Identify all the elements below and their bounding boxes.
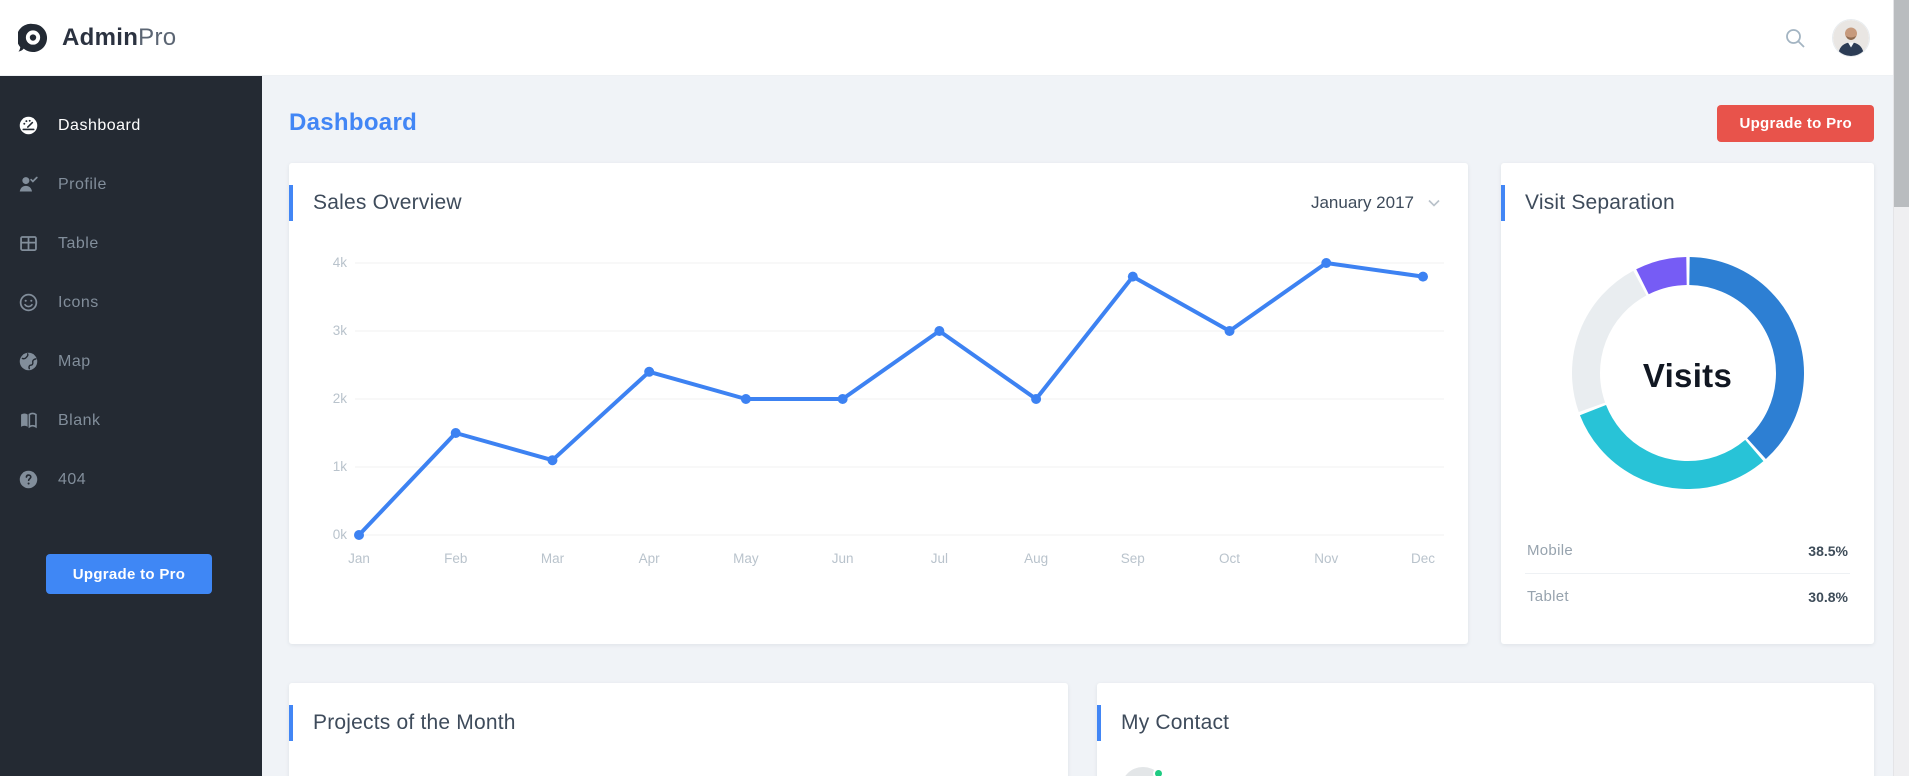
- sidebar: Dashboard Profile Table Icons Map Blank …: [0, 76, 262, 776]
- svg-text:May: May: [733, 551, 759, 566]
- search-icon[interactable]: [1783, 26, 1807, 50]
- sidebar-item-table[interactable]: Table: [0, 214, 262, 273]
- legend-value: 30.8%: [1808, 588, 1848, 605]
- brand-logo[interactable]: AdminPro: [0, 23, 176, 53]
- visit-legend: Mobile 38.5% Tablet 30.8%: [1525, 528, 1850, 619]
- legend-row-mobile: Mobile 38.5%: [1525, 528, 1850, 573]
- sidebar-item-map[interactable]: Map: [0, 332, 262, 391]
- table-icon: [20, 236, 37, 251]
- sidebar-item-dashboard[interactable]: Dashboard: [0, 96, 262, 155]
- help-circle-icon: [19, 470, 38, 489]
- sidebar-item-icons[interactable]: Icons: [0, 273, 262, 332]
- svg-text:Apr: Apr: [639, 551, 661, 566]
- period-selector-value: January 2017: [1310, 193, 1414, 212]
- sidebar-item-label: Profile: [58, 175, 107, 193]
- user-check-icon: [19, 176, 38, 192]
- sales-overview-card: Sales Overview January 2017 0k 1k 2k 3k 4k Ja…: [289, 163, 1468, 644]
- svg-text:Aug: Aug: [1024, 551, 1048, 566]
- brand-name-light: Pro: [138, 23, 177, 51]
- adminpro-logo-icon: [18, 23, 47, 52]
- svg-text:1k: 1k: [333, 459, 348, 474]
- legend-row-tablet: Tablet 30.8%: [1525, 573, 1850, 619]
- sidebar-item-profile[interactable]: Profile: [0, 155, 262, 214]
- projects-card-title: Projects of the Month: [313, 711, 516, 734]
- sales-card-header: Sales Overview January 2017: [313, 185, 1444, 221]
- svg-text:4k: 4k: [333, 255, 348, 270]
- svg-text:Mar: Mar: [541, 551, 565, 566]
- legend-label: Tablet: [1527, 588, 1569, 605]
- svg-text:Feb: Feb: [444, 551, 467, 566]
- visit-card-title: Visit Separation: [1525, 191, 1675, 214]
- sidebar-upgrade-button[interactable]: Upgrade to Pro: [46, 554, 212, 594]
- period-selector[interactable]: January 2017: [1311, 193, 1444, 213]
- contact-card-title: My Contact: [1121, 711, 1230, 734]
- page-scrollbar-track[interactable]: [1893, 0, 1909, 776]
- contact-card: My Contact Daniel: [1097, 683, 1874, 776]
- visits-donut-chart: Visits: [1571, 257, 1804, 494]
- card-accent-bar: [289, 705, 293, 741]
- legend-label: Mobile: [1527, 542, 1573, 559]
- svg-text:3k: 3k: [333, 323, 348, 338]
- sidebar-item-label: Table: [58, 234, 99, 252]
- projects-card: Projects of the Month: [289, 683, 1068, 776]
- sidebar-item-label: Blank: [58, 411, 101, 429]
- svg-text:Jan: Jan: [348, 551, 370, 566]
- chevron-down-icon: [1428, 199, 1440, 207]
- visit-separation-card: Visit Separation Visits Mobile 38.5% Tab…: [1501, 163, 1874, 644]
- svg-text:Nov: Nov: [1314, 551, 1338, 566]
- sidebar-item-label: 404: [58, 470, 87, 488]
- sidebar-item-blank[interactable]: Blank: [0, 391, 262, 450]
- user-avatar-image: [1833, 19, 1869, 56]
- card-accent-bar: [1501, 185, 1505, 221]
- contact-avatar: [1121, 767, 1165, 776]
- sales-line-chart: 0k 1k 2k 3k 4k Jan Feb Mar Apr May Jun Jul Aug Sep Oct…: [313, 247, 1444, 592]
- cards-row-top: Sales Overview January 2017 0k 1k 2k 3k 4k Ja…: [289, 163, 1874, 644]
- legend-value: 38.5%: [1808, 542, 1848, 559]
- card-accent-bar: [289, 185, 293, 221]
- cards-row-bottom: Projects of the Month My Contact Daniel: [289, 683, 1874, 776]
- page-title: Dashboard: [289, 109, 418, 136]
- globe-icon: [19, 352, 38, 371]
- sidebar-item-label: Map: [58, 352, 91, 370]
- page-header: Dashboard Upgrade to Pro: [289, 104, 1874, 142]
- donut-center-label: Visits: [1642, 356, 1733, 394]
- svg-text:0k: 0k: [333, 527, 348, 542]
- book-icon: [21, 412, 37, 429]
- sidebar-item-label: Icons: [58, 293, 99, 311]
- svg-text:2k: 2k: [333, 391, 348, 406]
- sidebar-nav: Dashboard Profile Table Icons Map Blank …: [0, 76, 262, 509]
- sidebar-item-label: Dashboard: [58, 116, 141, 134]
- card-accent-bar: [1097, 705, 1101, 741]
- svg-text:Oct: Oct: [1219, 551, 1240, 566]
- contact-list-item[interactable]: Daniel: [1121, 767, 1850, 776]
- line-chart-svg: 0k 1k 2k 3k 4k Jan Feb Mar Apr May Jun Jul Aug Sep Oct…: [333, 255, 1444, 566]
- page-scrollbar-thumb[interactable]: [1894, 0, 1909, 207]
- user-avatar[interactable]: [1833, 19, 1869, 56]
- sidebar-item-404[interactable]: 404: [0, 450, 262, 509]
- gauge-icon: [19, 116, 38, 135]
- upgrade-to-pro-button[interactable]: Upgrade to Pro: [1717, 104, 1874, 142]
- main-content: Dashboard Upgrade to Pro Sales Overview …: [262, 76, 1909, 776]
- smiley-icon: [19, 293, 38, 312]
- svg-text:Dec: Dec: [1411, 551, 1435, 566]
- online-status-dot: [1153, 768, 1164, 776]
- svg-text:Jul: Jul: [931, 551, 948, 566]
- svg-text:Sep: Sep: [1121, 551, 1145, 566]
- svg-text:Jun: Jun: [832, 551, 854, 566]
- topbar: AdminPro: [0, 0, 1909, 76]
- brand-name-bold: Admin: [62, 23, 139, 51]
- topbar-actions: [1783, 19, 1909, 56]
- sales-card-title: Sales Overview: [313, 191, 462, 214]
- brand-name: AdminPro: [62, 24, 176, 52]
